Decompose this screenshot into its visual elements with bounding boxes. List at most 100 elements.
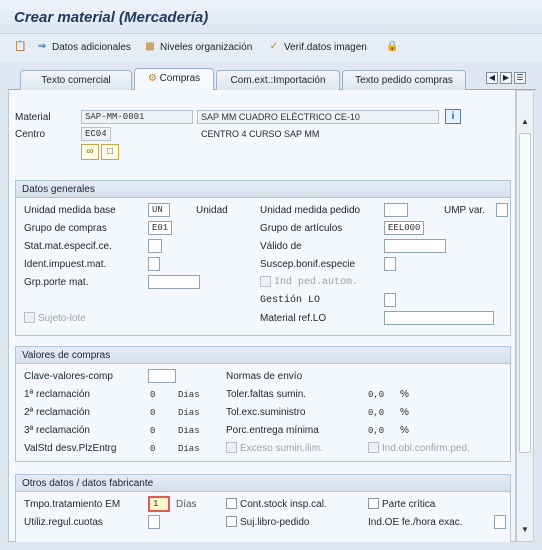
stat-mat-label: Stat.mat.especif.ce. — [24, 241, 112, 252]
tab-texto-comercial-label: Texto comercial — [41, 75, 111, 86]
tab-texto-pedido-compras-label: Texto pedido compras — [355, 75, 453, 86]
toler-faltas-label: Toler.faltas sumin. — [226, 389, 307, 400]
ind-oe-label: Ind.OE fe./hora exac. — [368, 517, 463, 528]
unidad-medida-pedido-field[interactable] — [384, 203, 408, 217]
otros-datos-title: Otros datos / datos fabricante — [16, 475, 510, 492]
gestion-lo-field[interactable] — [384, 293, 396, 307]
tab-scroll-left-button[interactable]: ◀ — [486, 72, 498, 84]
ident-impuest-field[interactable] — [148, 257, 160, 271]
grupo-compras-field[interactable]: E01 — [148, 221, 172, 235]
tab-com-ext-importacion[interactable]: Com.ext.:Importación — [216, 70, 340, 90]
window-title-bar: Crear material (Mercadería) — [0, 0, 542, 34]
scroll-up-icon[interactable]: ▲ — [521, 117, 529, 126]
valores-compras-title: Valores de compras — [16, 347, 510, 364]
material-ref-lo-field[interactable] — [384, 311, 494, 325]
suscep-bonif-field[interactable] — [384, 257, 396, 271]
datos-adicionales-label: Datos adicionales — [52, 41, 131, 53]
datos-generales-group: Datos generales Unidad medida base UN Un… — [15, 180, 511, 336]
tab-texto-pedido-compras[interactable]: Texto pedido compras — [342, 70, 466, 90]
rec2-label: 2ª reclamación — [24, 407, 90, 418]
tol-exc-value: 0,0 — [368, 408, 385, 418]
rec2-unit: Días — [178, 408, 200, 418]
ump-var-label: UMP var. — [444, 205, 485, 216]
utiliz-label: Utiliz.regul.cuotas — [24, 517, 103, 528]
glasses-button[interactable]: ∞ — [81, 144, 99, 160]
niveles-organizacion-label: Niveles organización — [160, 41, 253, 53]
window-title: Crear material (Mercadería) — [14, 9, 209, 26]
document-button[interactable]: □ — [101, 144, 119, 160]
rec2-value: 0 — [150, 408, 156, 418]
grupo-articulos-field[interactable]: EEL000 — [384, 221, 424, 235]
centro-field[interactable]: EC04 — [81, 127, 111, 141]
tab-list-button[interactable]: ☰ — [514, 72, 526, 84]
ump-var-field[interactable] — [496, 203, 508, 217]
grp-porte-field[interactable] — [148, 275, 200, 289]
unidad-medida-base-text: Unidad — [196, 205, 228, 216]
datos-adicionales-button[interactable]: ⇒ Datos adicionales — [36, 41, 131, 53]
otros-datos-group: Otros datos / datos fabricante Tmpo.trat… — [15, 474, 511, 542]
scroll-down-icon[interactable]: ▼ — [521, 525, 529, 534]
tab-list-icon: ☰ — [516, 73, 524, 82]
ind-oe-field[interactable] — [494, 515, 506, 529]
valstd-label: ValStd desv.PlzEntrg — [24, 443, 117, 454]
tab-scroll-right-button[interactable]: ▶ — [500, 72, 512, 84]
niveles-organizacion-button[interactable]: ▩ Niveles organización — [144, 41, 252, 53]
clave-valores-label: Clave-valores-comp — [24, 371, 113, 382]
porc-entrega-unit: % — [400, 425, 409, 436]
ind-obl-checkbox[interactable] — [368, 442, 379, 453]
tmpo-field[interactable]: 1 — [148, 496, 170, 512]
ind-ped-autom-checkbox[interactable] — [260, 276, 271, 287]
arrow-right-icon: ⇒ — [37, 41, 47, 52]
stat-mat-field[interactable] — [148, 239, 162, 253]
exceso-checkbox[interactable] — [226, 442, 237, 453]
gestion-lo-label: Gestión LO — [260, 295, 321, 306]
verify-data-icon: ✓ — [269, 41, 279, 52]
centro-label: Centro — [15, 129, 46, 140]
material-ref-lo-label: Material ref.LO — [260, 313, 327, 324]
parte-critica-label: Parte crítica — [382, 499, 436, 510]
toler-faltas-value: 0,0 — [368, 390, 385, 400]
utiliz-field[interactable] — [148, 515, 160, 529]
valstd-unit: Días — [178, 444, 200, 454]
grupo-articulos-label: Grupo de artículos — [260, 223, 343, 234]
lock-icon: 🔒 — [386, 41, 399, 52]
suj-libro-checkbox[interactable] — [226, 516, 237, 527]
wrench-icon: ⚙ — [147, 73, 157, 84]
ind-ped-autom-label: Ind ped.autom. — [274, 277, 359, 288]
centro-description: CENTRO 4 CURSO SAP MM — [201, 129, 320, 139]
cont-stock-checkbox[interactable] — [226, 498, 237, 509]
material-label: Material — [15, 112, 51, 123]
tol-exc-label: Tol.exc.suministro — [226, 407, 306, 418]
clipboard-button[interactable]: 📋 — [14, 41, 26, 53]
tab-compras[interactable]: ⚙ Compras — [134, 68, 214, 90]
rec3-label: 3ª reclamación — [24, 425, 90, 436]
tab-com-ext-importacion-label: Com.ext.:Importación — [230, 75, 326, 86]
tab-texto-comercial[interactable]: Texto comercial — [20, 70, 132, 90]
grp-porte-label: Grp.porte mat. — [24, 277, 89, 288]
parte-critica-checkbox[interactable] — [368, 498, 379, 509]
material-field[interactable]: SAP-MM-0001 — [81, 110, 193, 124]
valido-de-field[interactable] — [384, 239, 446, 253]
info-icon: i — [451, 111, 455, 122]
clave-valores-field[interactable] — [148, 369, 176, 383]
valores-compras-group: Valores de compras Clave-valores-comp No… — [15, 346, 511, 462]
rec3-unit: Días — [178, 426, 200, 436]
material-description-field[interactable]: SAP MM CUADRO ELÉCTRICO CE-10 — [197, 110, 439, 124]
unidad-medida-base-field[interactable]: UN — [148, 203, 170, 217]
tab-strip: Texto comercial ⚙ Compras Com.ext.:Impor… — [8, 68, 536, 90]
info-button[interactable]: i — [445, 109, 461, 124]
lock-button[interactable]: 🔒 — [386, 41, 398, 53]
application-toolbar: 📋 ⇒ Datos adicionales ▩ Niveles organiza… — [0, 34, 542, 62]
scrollbar-thumb[interactable] — [519, 133, 531, 453]
suj-libro-label: Suj.libro-pedido — [240, 517, 310, 528]
valstd-value: 0 — [150, 444, 156, 454]
verif-datos-imagen-label: Verif.datos imagen — [284, 41, 367, 53]
document-icon: □ — [106, 146, 114, 157]
grupo-compras-label: Grupo de compras — [24, 223, 107, 234]
tab-compras-label: Compras — [159, 73, 201, 84]
vertical-scrollbar[interactable]: ▲ ▼ — [516, 90, 534, 542]
verif-datos-imagen-button[interactable]: ✓ Verif.datos imagen — [268, 41, 367, 53]
unidad-medida-base-label: Unidad medida base — [24, 205, 116, 216]
org-levels-icon: ▩ — [145, 41, 155, 52]
sujeto-lote-checkbox[interactable] — [24, 312, 35, 323]
